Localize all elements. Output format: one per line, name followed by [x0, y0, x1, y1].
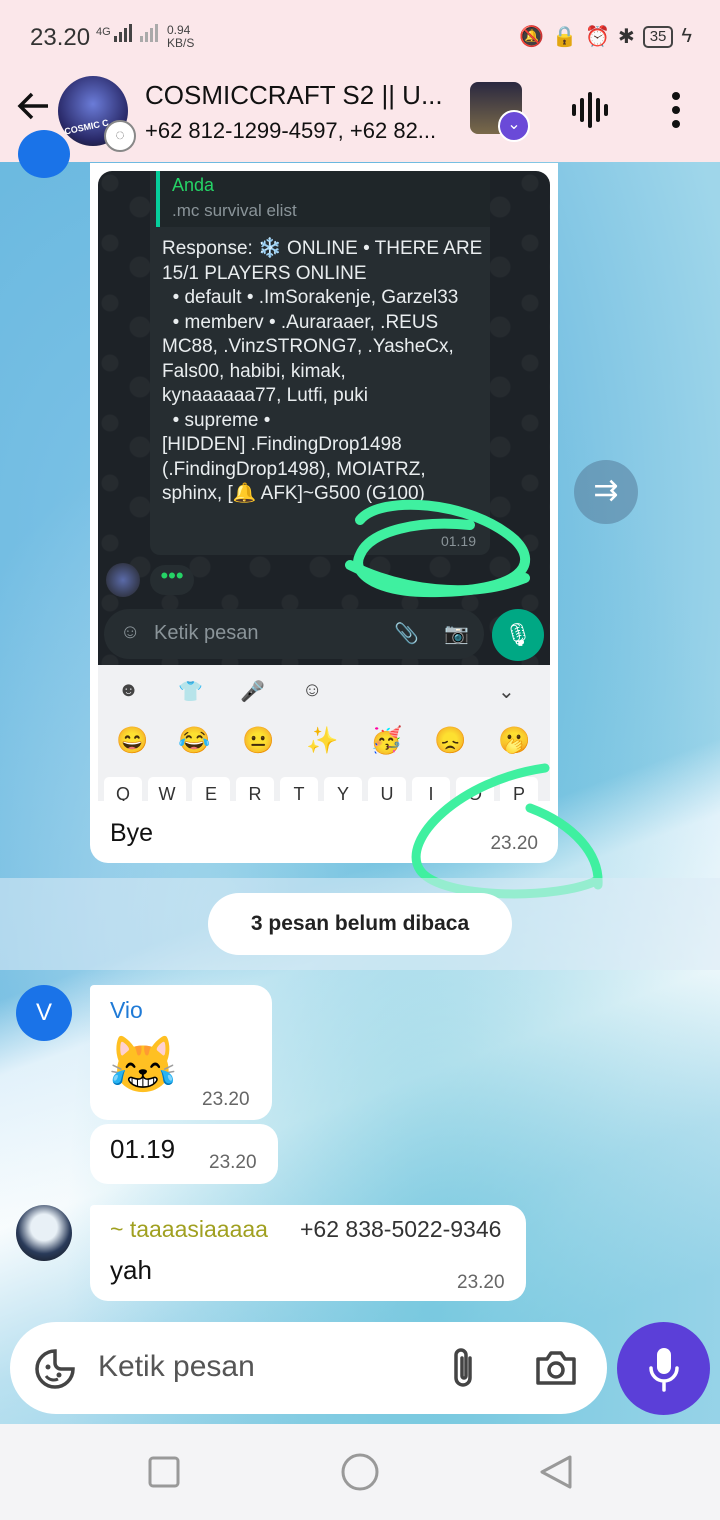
- more-options-icon[interactable]: [664, 90, 688, 130]
- emoji-suggestion: 😞: [434, 725, 467, 755]
- message-time: 23.20: [490, 833, 538, 854]
- network-speed: 0.94 KB/S: [167, 24, 194, 50]
- inner-message-time: 01.19: [440, 533, 476, 549]
- emoji-suggestion: 🫢: [498, 725, 531, 755]
- emoji-message: 😹: [108, 1033, 178, 1096]
- inner-mic-icon: 🎙: [492, 609, 544, 661]
- attach-icon: 📎: [394, 623, 419, 645]
- sender-phone: +62 838-5022-9346: [300, 1216, 502, 1242]
- bluetooth-icon: ✱: [617, 26, 635, 48]
- whatsapp-screenshot-image[interactable]: Anda .mc survival elist Response: ❄️ ONL…: [98, 171, 550, 801]
- key: U: [368, 777, 406, 801]
- emoji-suggestion: 🥳: [370, 725, 403, 755]
- message-input-placeholder: Ketik pesan: [98, 1350, 255, 1383]
- quoted-message: Anda .mc survival elist: [156, 171, 490, 227]
- key: W: [148, 777, 186, 801]
- bot-response-message: Anda .mc survival elist Response: ❄️ ONL…: [150, 171, 490, 555]
- server-status-text: Response: ❄️ ONLINE • THERE ARE 15/1 PLA…: [162, 238, 483, 504]
- group-members[interactable]: +62 812-1299-4597, +62 82...: [145, 118, 455, 144]
- sender-name[interactable]: Vio: [110, 997, 143, 1024]
- mic-icon: [649, 1348, 679, 1392]
- voice-chat-icon[interactable]: [570, 90, 614, 130]
- keyboard-collapse-icon: ⌄: [498, 681, 515, 703]
- mute-bell-icon: 🔕: [519, 26, 545, 48]
- keyboard-toolbar: ☻ 👕 🎤 ☺ ⌄: [98, 673, 550, 713]
- system-navigation-bar: [0, 1424, 720, 1520]
- key: P: [500, 777, 538, 801]
- key: Y: [324, 777, 362, 801]
- forward-icon[interactable]: ⇉: [574, 460, 638, 524]
- sender-name[interactable]: ~ taaaasiaaaaa: [110, 1216, 268, 1243]
- keyboard-emoji-icon: ☻: [118, 679, 140, 701]
- emoji-suggestion: ✨: [306, 725, 339, 755]
- key: E: [192, 777, 230, 801]
- chat-header: COSMIC C ◌ COSMICCRAFT S2 || U... +62 81…: [0, 72, 720, 162]
- status-time: 23.20: [30, 24, 91, 51]
- message-time: 23.20: [202, 1089, 250, 1110]
- key: Q: [104, 777, 142, 801]
- dropdown-badge-icon[interactable]: ⌄: [498, 110, 530, 142]
- key: O: [456, 777, 494, 801]
- sticker-icon: ☺: [120, 621, 141, 643]
- keyboard-gif-icon: ☺: [302, 679, 323, 701]
- message-text: yah: [110, 1255, 152, 1285]
- network-indicator: 4G: [96, 22, 160, 42]
- key: R: [236, 777, 274, 801]
- key: T: [280, 777, 318, 801]
- message-time: 23.20: [457, 1272, 505, 1293]
- unread-messages-label: 3 pesan belum dibaca: [208, 893, 512, 955]
- community-badge-icon: ◌: [104, 120, 136, 152]
- recents-icon[interactable]: [148, 1456, 180, 1488]
- quoted-sender: Anda: [172, 175, 215, 195]
- status-bar: 23.20 4G 0.94 KB/S 🔕 🔒 ⏰ ✱ 35 ϟ: [0, 0, 720, 72]
- avatar-letter: V: [35, 999, 52, 1026]
- status-icons: 🔕 🔒 ⏰ ✱ 35 ϟ: [519, 24, 692, 49]
- quoted-text: .mc survival elist: [172, 201, 297, 220]
- attach-icon[interactable]: [448, 1346, 478, 1390]
- message-input[interactable]: Ketik pesan: [10, 1322, 607, 1414]
- group-title[interactable]: COSMICCRAFT S2 || U...: [145, 80, 455, 111]
- message-bubble-vio-2[interactable]: 01.19 23.20: [90, 1124, 278, 1184]
- message-caption: Bye: [110, 819, 154, 847]
- battery-icon: 35: [642, 25, 674, 48]
- camera-icon[interactable]: [534, 1349, 578, 1387]
- emoji-suggestion: 😐: [242, 725, 275, 755]
- camera-icon: 📷: [444, 623, 469, 645]
- charging-icon: ϟ: [681, 25, 692, 47]
- inner-message-input: ☺ Ketik pesan 📎 📷: [104, 609, 484, 659]
- inner-typing-avatar: [106, 563, 140, 597]
- back-arrow-icon[interactable]: [16, 88, 52, 134]
- signal-icon: [113, 24, 158, 42]
- alarm-icon: ⏰: [585, 26, 610, 48]
- keyboard-mic-icon: 🎤: [240, 681, 265, 703]
- emoji-suggestion: 😄: [116, 725, 149, 755]
- avatar-vio[interactable]: V: [16, 985, 72, 1041]
- message-time: 23.20: [209, 1152, 257, 1173]
- typing-indicator: •••: [150, 565, 194, 595]
- back-icon[interactable]: [538, 1454, 574, 1490]
- network-type: 4G: [96, 25, 111, 38]
- message-bubble-tasia[interactable]: ~ taaaasiaaaaa +62 838-5022-9346 yah 23.…: [90, 1205, 526, 1301]
- avatar-tasia[interactable]: [16, 1205, 72, 1261]
- mic-button[interactable]: [617, 1322, 710, 1415]
- group-avatar-text: COSMIC C: [63, 117, 110, 137]
- speed-unit: KB/S: [167, 36, 195, 50]
- message-bubble-vio[interactable]: Vio 😹 23.20: [90, 985, 272, 1120]
- home-icon[interactable]: [340, 1452, 380, 1492]
- sticker-icon[interactable]: [34, 1348, 76, 1390]
- keyboard-sticker-icon: 👕: [178, 681, 203, 703]
- lock-icon: 🔒: [552, 26, 578, 48]
- emoji-suggestion: 😂: [178, 725, 211, 755]
- inner-input-placeholder: Ketik pesan: [154, 622, 259, 644]
- image-message-bubble[interactable]: Anda .mc survival elist Response: ❄️ ONL…: [90, 163, 558, 863]
- key: I: [412, 777, 450, 801]
- sender-avatar-partial: [18, 130, 70, 178]
- message-text: 01.19: [110, 1134, 176, 1164]
- keyboard: ☻ 👕 🎤 ☺ ⌄ 😄 😂 😐 ✨ 🥳 😞 🫢 Q W E R T Y U I …: [98, 665, 550, 801]
